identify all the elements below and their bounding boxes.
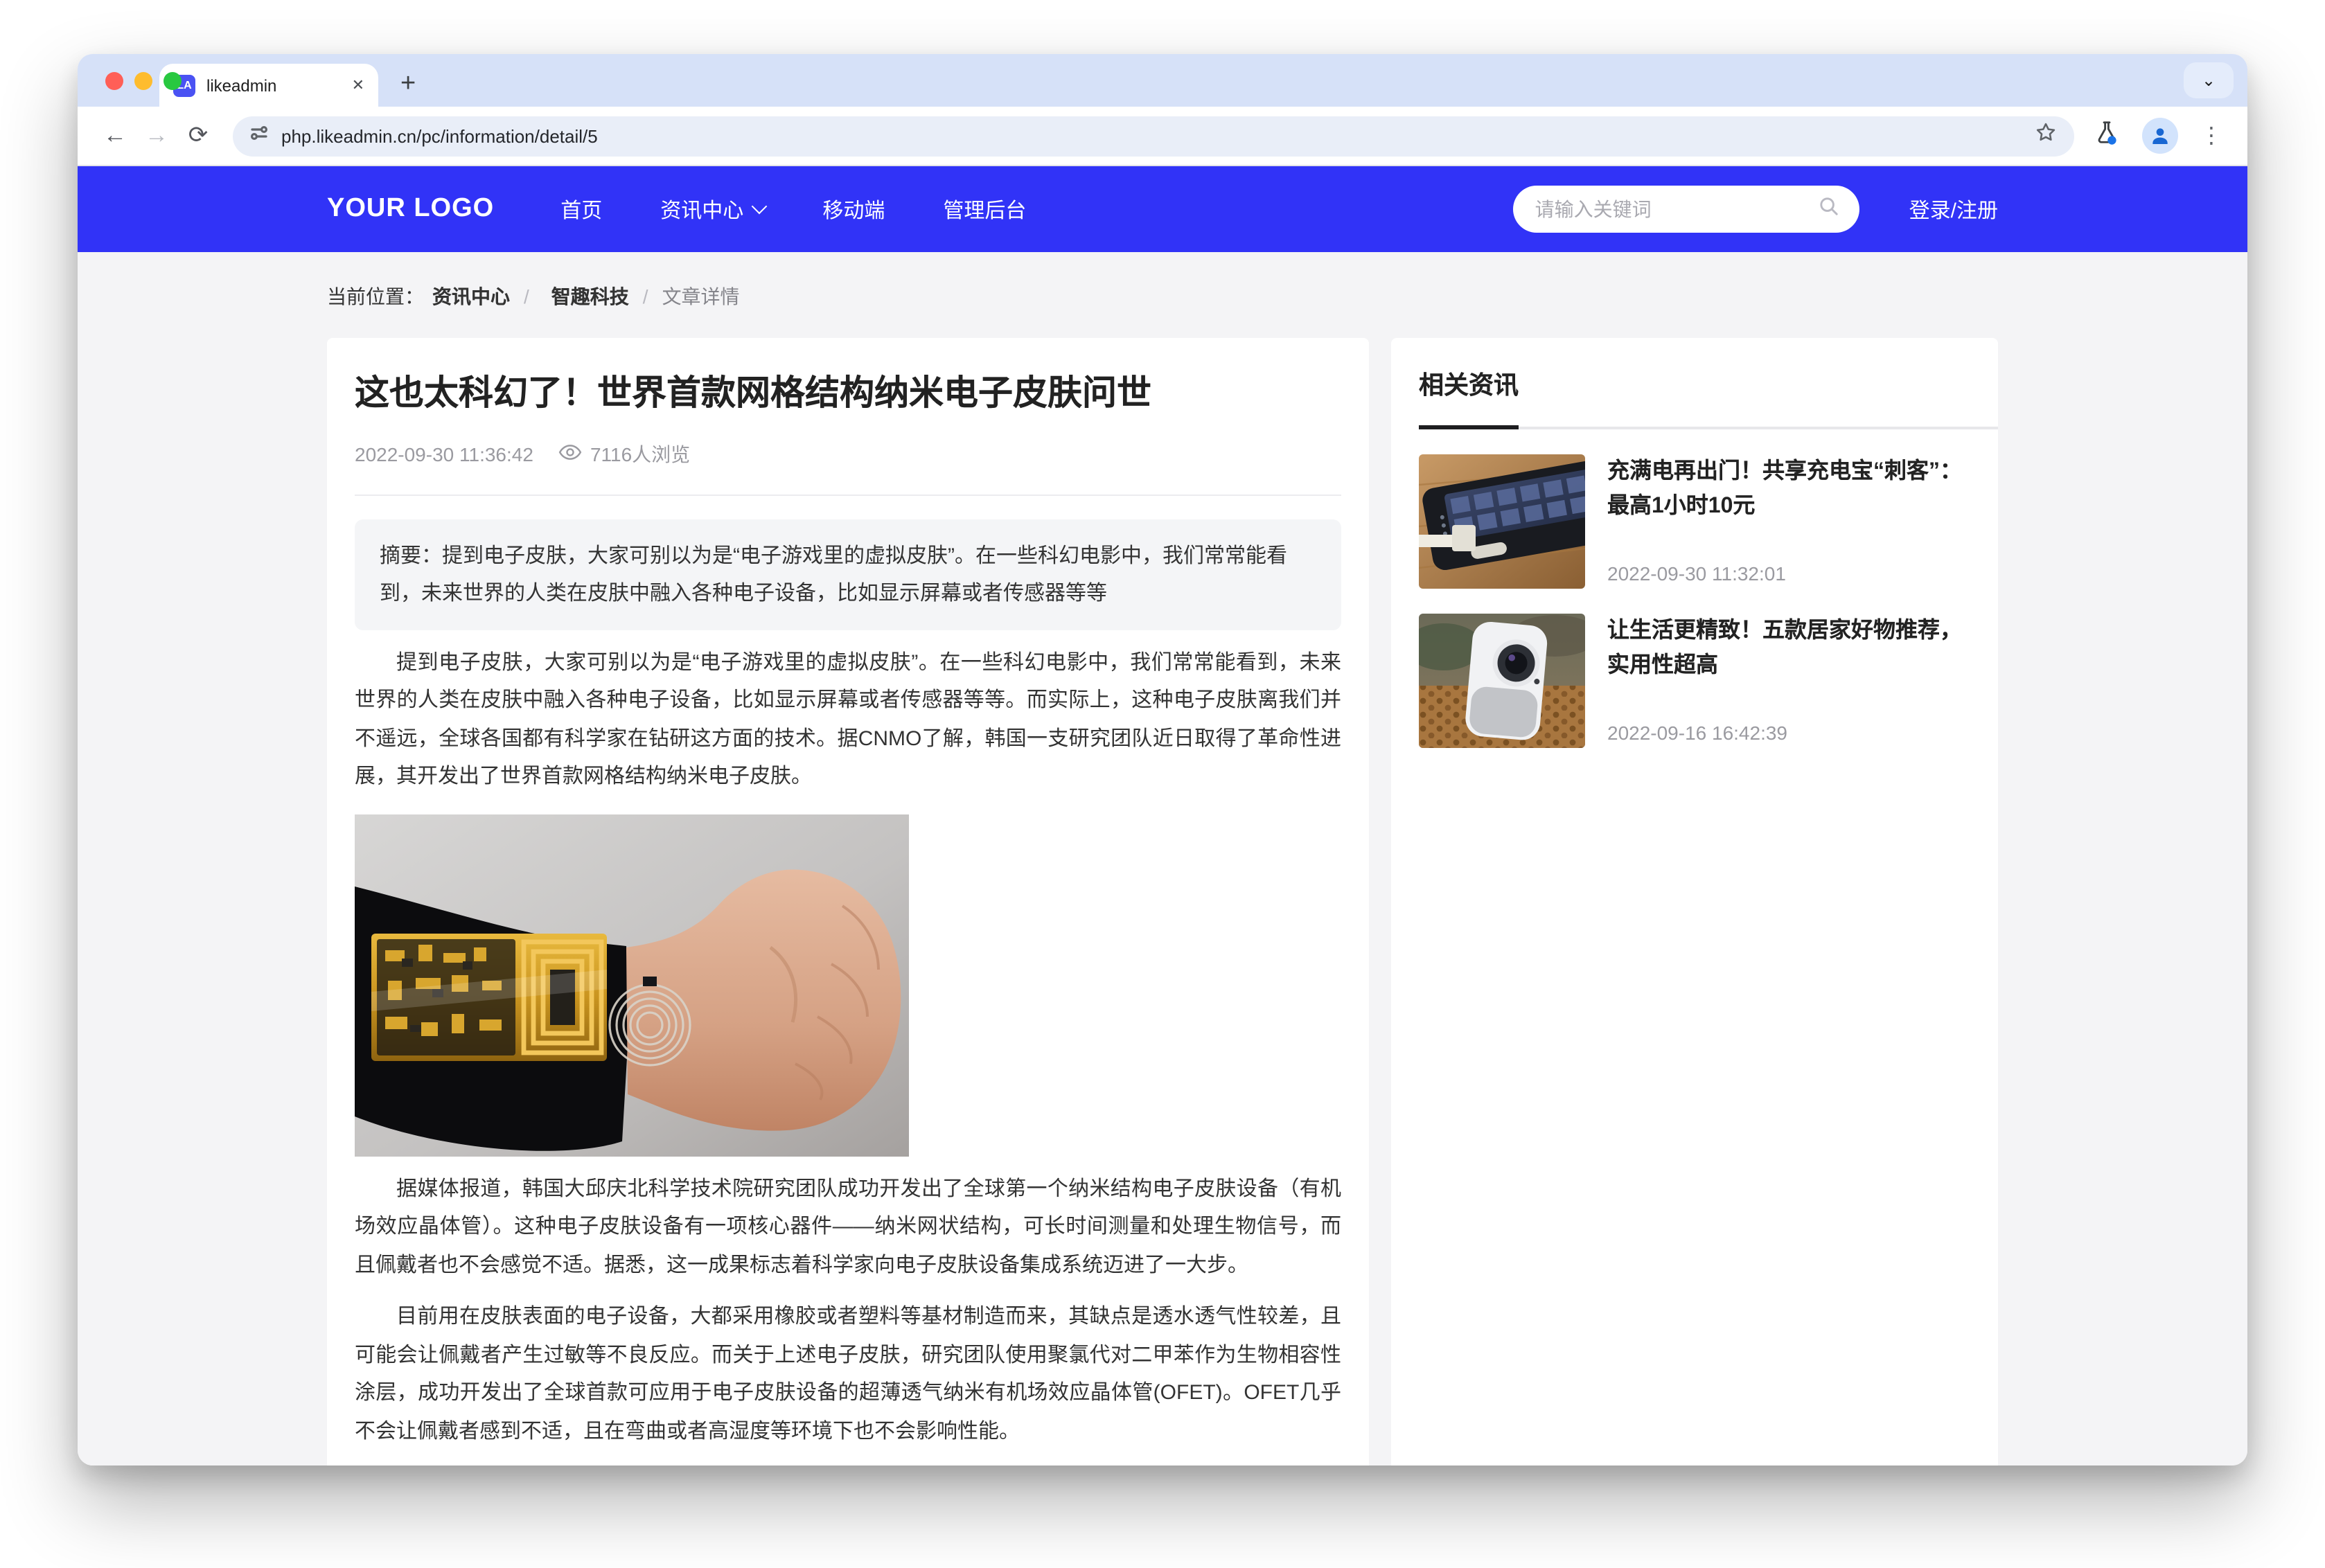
related-thumbnail-powerbank[interactable] [1419, 454, 1585, 589]
minimize-window-button[interactable] [134, 72, 152, 90]
related-item[interactable]: 充满电再出门！共享充电宝“刺客”：最高1小时10元 2022-09-30 11:… [1419, 454, 1970, 589]
browser-window: LA likeadmin ✕ + ⌄ ← → ⟳ php.likeadmin.c… [78, 54, 2247, 1465]
related-item[interactable]: 让生活更精致！五款居家好物推荐，实用性超高 2022-09-16 16:42:3… [1419, 614, 1970, 748]
article-title: 这也太科幻了！世界首款网格结构纳米电子皮肤问世 [355, 371, 1341, 418]
related-item-title[interactable]: 让生活更精致！五款居家好物推荐，实用性超高 [1607, 614, 1970, 683]
related-news-title: 相关资讯 [1419, 366, 1970, 427]
section-underline [1419, 427, 1998, 429]
search-box[interactable] [1513, 186, 1859, 233]
forward-button[interactable]: → [136, 122, 177, 150]
related-item-time: 2022-09-16 16:42:39 [1607, 722, 1970, 748]
site-logo[interactable]: YOUR LOGO [327, 194, 494, 224]
url-text[interactable]: php.likeadmin.cn/pc/information/detail/5 [281, 125, 2022, 146]
chevron-down-icon [751, 199, 767, 215]
breadcrumb: 当前位置： 资讯中心 / 智趣科技 / 文章详情 [327, 252, 1998, 338]
breadcrumb-prefix: 当前位置： [327, 283, 424, 310]
browser-tab-strip: LA likeadmin ✕ + ⌄ [78, 54, 2247, 107]
back-button[interactable]: ← [94, 122, 136, 150]
nav-item-news-center[interactable]: 资讯中心 [660, 195, 764, 224]
article-image-eskin-wrist [355, 814, 909, 1157]
site-info-icon[interactable] [249, 123, 269, 149]
address-bar[interactable]: php.likeadmin.cn/pc/information/detail/5 [233, 116, 2074, 156]
article-paragraph: 目前用在皮肤表面的电子设备，大都采用橡胶或者塑料等基材制造而来，其缺点是透水透气… [355, 1299, 1341, 1451]
breadcrumb-separator: / [524, 285, 529, 308]
breadcrumb-link-category[interactable]: 智趣科技 [551, 283, 629, 310]
article-meta: 2022-09-30 11:36:42 7116人浏览 [355, 440, 1341, 468]
eye-icon [558, 443, 582, 465]
window-controls [105, 72, 182, 90]
main-nav: 首页 资讯中心 移动端 管理后台 [560, 195, 1026, 224]
article-paragraph: 据媒体报道，韩国大邱庆北科学技术院研究团队成功开发出了全球第一个纳米结构电子皮肤… [355, 1170, 1341, 1285]
desktop-canvas: LA likeadmin ✕ + ⌄ ← → ⟳ php.likeadmin.c… [0, 0, 2325, 1568]
view-count: 7116人浏览 [590, 440, 690, 468]
profile-avatar[interactable] [2142, 118, 2178, 154]
publish-time: 2022-09-30 11:36:42 [355, 443, 533, 465]
nav-item-home[interactable]: 首页 [560, 195, 602, 224]
browser-toolbar: ← → ⟳ php.likeadmin.cn/pc/information/de… [78, 107, 2247, 166]
site-header: YOUR LOGO 首页 资讯中心 移动端 管理后台 [78, 166, 2247, 252]
related-news-card: 相关资讯 [1391, 338, 1998, 1465]
experiments-flask-icon[interactable] [2094, 119, 2120, 152]
fullscreen-window-button[interactable] [163, 72, 182, 90]
bookmark-star-icon[interactable] [2034, 121, 2058, 151]
search-input[interactable] [1532, 197, 1818, 222]
breadcrumb-current: 文章详情 [662, 283, 740, 310]
related-thumbnail-projector[interactable] [1419, 614, 1585, 748]
article-abstract: 摘要：提到电子皮肤，大家可别以为是“电子游戏里的虚拟皮肤”。在一些科幻电影中，我… [355, 519, 1341, 630]
toolbar-icons: ⋮ [2094, 118, 2222, 154]
close-tab-icon[interactable]: ✕ [352, 76, 364, 94]
close-window-button[interactable] [105, 72, 123, 90]
article-paragraph: 提到电子皮肤，大家可别以为是“电子游戏里的虚拟皮肤”。在一些科幻电影中，我们常常… [355, 644, 1341, 796]
nav-item-admin[interactable]: 管理后台 [943, 195, 1026, 224]
new-tab-button[interactable]: + [400, 71, 416, 97]
browser-tab[interactable]: LA likeadmin ✕ [159, 64, 378, 107]
tab-search-chevron-icon[interactable]: ⌄ [2184, 62, 2234, 98]
nav-item-mobile[interactable]: 移动端 [822, 195, 885, 224]
reload-button[interactable]: ⟳ [177, 122, 219, 150]
breadcrumb-separator: / [643, 285, 648, 308]
divider [355, 495, 1341, 496]
search-icon[interactable] [1818, 195, 1840, 224]
related-item-time: 2022-09-30 11:32:01 [1607, 562, 1970, 589]
article-card: 这也太科幻了！世界首款网格结构纳米电子皮肤问世 2022-09-30 11:36… [327, 338, 1369, 1465]
web-page: YOUR LOGO 首页 资讯中心 移动端 管理后台 [78, 166, 2247, 1465]
login-register-link[interactable]: 登录/注册 [1909, 195, 1998, 224]
breadcrumb-link-news-center[interactable]: 资讯中心 [432, 283, 510, 310]
tab-title: likeadmin [206, 75, 341, 95]
related-item-title[interactable]: 充满电再出门！共享充电宝“刺客”：最高1小时10元 [1607, 454, 1970, 524]
browser-menu-icon[interactable]: ⋮ [2200, 122, 2222, 150]
